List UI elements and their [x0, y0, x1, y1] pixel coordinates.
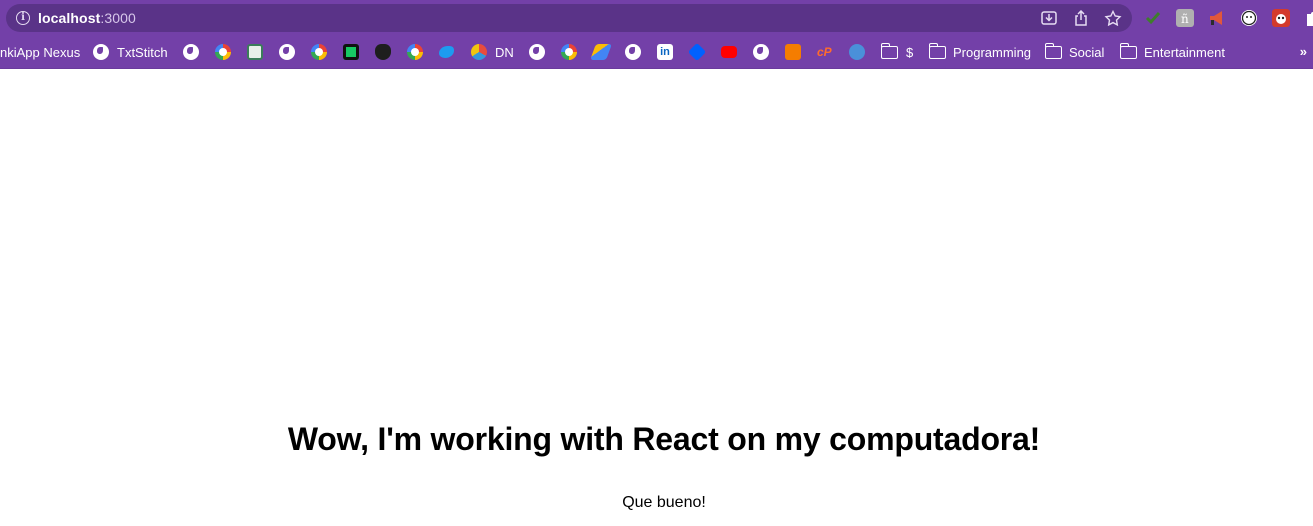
bookmark-folder-dollar[interactable]: $ [880, 42, 914, 60]
bookmark-label: $ [906, 44, 914, 60]
app-icon [343, 44, 359, 60]
bookmark-label: TxtStitch [117, 44, 168, 60]
ads-icon [590, 44, 612, 60]
app-icon [471, 44, 487, 60]
app-icon [849, 44, 865, 60]
linkedin-icon: in [657, 44, 673, 60]
site-info-icon[interactable]: i [16, 11, 30, 25]
dropbox-icon [687, 42, 707, 62]
bookmark-owl[interactable] [375, 44, 391, 60]
bookmark-label: Social [1069, 44, 1105, 60]
bookmark-nkiapp-nexus[interactable]: nkiApp Nexus [0, 44, 80, 60]
bookmark-folder-entertainment[interactable]: Entertainment [1119, 42, 1225, 60]
bookmarks-bar: nkiApp Nexus TxtStitch DN in cP $ Progra… [0, 36, 1313, 69]
bookmark-blogger[interactable] [785, 44, 801, 60]
bookmark-google[interactable] [407, 44, 423, 60]
bookmark-star-icon[interactable] [1104, 10, 1122, 26]
extension-panda-icon[interactable] [1272, 9, 1290, 27]
bookmark-cpanel[interactable]: cP [817, 44, 833, 60]
extension-megaphone-icon[interactable] [1208, 9, 1226, 27]
bookmark-folder-social[interactable]: Social [1044, 42, 1105, 60]
bookmark-app[interactable] [247, 44, 263, 60]
bookmark-globe[interactable] [753, 44, 769, 60]
globe-icon [93, 44, 109, 60]
bookmark-app[interactable] [343, 44, 359, 60]
bookmark-label: Programming [953, 44, 1032, 60]
bookmark-label: nkiApp Nexus [0, 44, 81, 60]
page-content: Wow, I'm working with React on my comput… [0, 69, 1313, 526]
bookmark-dropbox[interactable] [687, 42, 707, 62]
google-icon [407, 44, 423, 60]
bookmark-dn[interactable]: DN [471, 44, 514, 60]
folder-icon [880, 42, 898, 59]
bookmark-twitter[interactable] [439, 44, 454, 60]
globe-icon [529, 44, 545, 60]
extension-face-icon[interactable] [1240, 9, 1258, 27]
extension-font-icon[interactable]: ñ [1176, 9, 1194, 27]
svg-text:ñ: ñ [1181, 12, 1189, 26]
page-heading: Wow, I'm working with React on my comput… [287, 421, 1041, 457]
url-text[interactable]: localhost:3000 [38, 10, 136, 26]
app-icon [247, 44, 263, 60]
youtube-icon [721, 46, 737, 58]
globe-icon [625, 44, 641, 60]
bookmark-globe[interactable] [625, 44, 641, 60]
bookmark-label: DN [495, 44, 514, 60]
cpanel-icon: cP [817, 45, 832, 59]
owl-icon [375, 44, 391, 60]
share-icon[interactable] [1072, 10, 1090, 26]
bookmark-linkedin[interactable]: in [657, 44, 673, 60]
bookmarks-list: nkiApp Nexus TxtStitch DN in cP $ Progra… [0, 36, 1300, 69]
bookmark-app[interactable] [849, 44, 865, 60]
globe-icon [279, 44, 295, 60]
bookmark-globe[interactable] [279, 44, 295, 60]
bookmark-label: Entertainment [1144, 44, 1225, 60]
folder-icon [1044, 42, 1062, 59]
bookmark-google[interactable] [561, 44, 577, 60]
globe-icon [753, 44, 769, 60]
folder-icon [1119, 42, 1137, 59]
globe-icon [183, 44, 199, 60]
google-icon [311, 44, 327, 60]
bookmark-google[interactable] [311, 44, 327, 60]
url-host: localhost [38, 10, 101, 26]
google-icon [215, 44, 231, 60]
blogger-icon [785, 44, 801, 60]
folder-icon [928, 42, 946, 59]
bookmark-ads[interactable] [590, 44, 612, 60]
bookmark-txtstitch[interactable]: TxtStitch [93, 44, 168, 60]
address-bar[interactable]: i localhost:3000 [6, 4, 1132, 32]
extension-check-icon[interactable] [1144, 9, 1162, 27]
bookmark-google[interactable] [215, 44, 231, 60]
page-subtext: Que bueno! [622, 494, 706, 511]
bookmark-globe[interactable] [529, 44, 545, 60]
extensions-puzzle-icon[interactable] [1304, 9, 1313, 27]
bookmarks-overflow-icon[interactable]: » [1300, 44, 1307, 59]
install-icon[interactable] [1040, 10, 1058, 26]
bookmark-youtube[interactable] [721, 44, 737, 60]
bookmark-globe[interactable] [183, 44, 199, 60]
url-port: :3000 [100, 10, 136, 26]
bookmark-folder-programming[interactable]: Programming [928, 42, 1032, 60]
browser-toolbar: i localhost:3000 ñ [0, 0, 1313, 36]
google-icon [561, 44, 577, 60]
extension-icons: ñ [1144, 9, 1313, 27]
omnibox-actions [1040, 10, 1122, 26]
twitter-icon [439, 46, 454, 58]
